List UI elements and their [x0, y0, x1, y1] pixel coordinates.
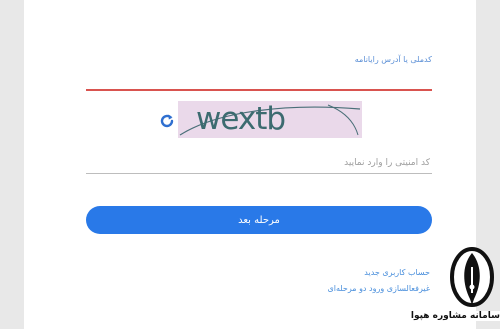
captcha-text: wextb [196, 101, 286, 137]
pen-nib-logo [448, 247, 496, 311]
security-code-input[interactable] [86, 152, 432, 174]
next-step-button[interactable]: مرحله بعد [86, 206, 432, 234]
brand-text: سامانه مشاوره هپوا [410, 311, 500, 321]
disable-two-factor-link[interactable]: غیرفعالسازی ورود دو مرحله‌ای [327, 284, 430, 293]
brand-watermark: سامانه مشاوره هپوا [410, 247, 500, 327]
username-field[interactable] [86, 89, 432, 91]
refresh-icon[interactable] [159, 113, 175, 129]
captcha-image: wextb [178, 101, 362, 138]
login-card: کدملی یا آدرس رایانامه wextb مرحله بعد ح… [24, 0, 476, 329]
create-account-link[interactable]: حساب کاربری جدید [364, 268, 430, 277]
username-label: کدملی یا آدرس رایانامه [354, 55, 432, 64]
